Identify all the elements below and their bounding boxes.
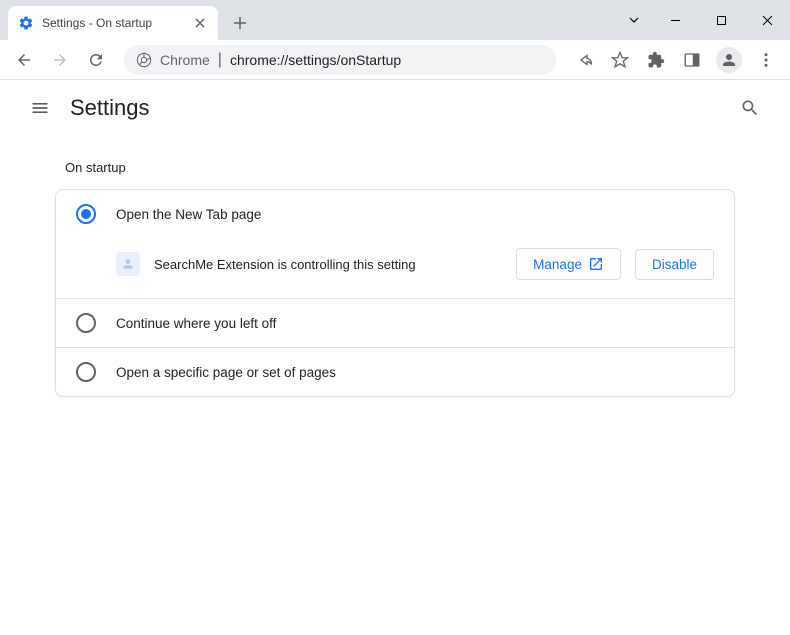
toolbar: Chrome | chrome://settings/onStartup	[0, 40, 790, 80]
extension-app-icon	[116, 252, 140, 276]
browser-tab[interactable]: Settings - On startup	[8, 6, 218, 40]
manage-label: Manage	[533, 257, 582, 272]
forward-button[interactable]	[44, 44, 76, 76]
titlebar: Settings - On startup	[0, 0, 790, 40]
close-icon[interactable]	[192, 15, 208, 31]
option-new-tab[interactable]: Open the New Tab page	[56, 190, 734, 238]
gear-icon	[18, 15, 34, 31]
address-path: chrome://settings/onStartup	[230, 52, 401, 68]
chevron-down-icon[interactable]	[616, 4, 652, 36]
address-chrome-label: Chrome	[160, 52, 210, 68]
close-window-button[interactable]	[744, 4, 790, 36]
extension-notice-text: SearchMe Extension is controlling this s…	[154, 257, 502, 272]
manage-button[interactable]: Manage	[516, 248, 621, 280]
search-button[interactable]	[730, 88, 770, 128]
extensions-icon[interactable]	[640, 44, 672, 76]
content: On startup Open the New Tab page SearchM…	[0, 136, 790, 397]
reload-button[interactable]	[80, 44, 112, 76]
startup-card: Open the New Tab page SearchMe Extension…	[55, 189, 735, 397]
addressbar[interactable]: Chrome | chrome://settings/onStartup	[124, 45, 556, 75]
open-external-icon	[588, 256, 604, 272]
back-button[interactable]	[8, 44, 40, 76]
extension-notice: SearchMe Extension is controlling this s…	[56, 238, 734, 298]
address-separator: |	[218, 51, 222, 69]
page-title: Settings	[70, 95, 150, 121]
option-label: Continue where you left off	[116, 316, 276, 331]
avatar[interactable]	[716, 47, 742, 73]
radio-continue[interactable]	[76, 313, 96, 333]
hamburger-menu[interactable]	[20, 88, 60, 128]
page-header: Settings	[0, 80, 790, 136]
section-title: On startup	[55, 136, 735, 189]
radio-specific[interactable]	[76, 362, 96, 382]
option-label: Open a specific page or set of pages	[116, 365, 336, 380]
side-panel-icon[interactable]	[676, 44, 708, 76]
option-label: Open the New Tab page	[116, 207, 261, 222]
tab-title: Settings - On startup	[42, 16, 192, 30]
maximize-button[interactable]	[698, 4, 744, 36]
disable-button[interactable]: Disable	[635, 249, 714, 280]
disable-label: Disable	[652, 257, 697, 272]
option-continue[interactable]: Continue where you left off	[56, 299, 734, 347]
radio-new-tab[interactable]	[76, 204, 96, 224]
menu-icon[interactable]	[750, 44, 782, 76]
option-specific[interactable]: Open a specific page or set of pages	[56, 348, 734, 396]
new-tab-button[interactable]	[226, 9, 254, 37]
chrome-icon	[136, 52, 152, 68]
bookmark-icon[interactable]	[604, 44, 636, 76]
window-controls	[616, 0, 790, 40]
share-icon[interactable]	[568, 44, 600, 76]
minimize-button[interactable]	[652, 4, 698, 36]
